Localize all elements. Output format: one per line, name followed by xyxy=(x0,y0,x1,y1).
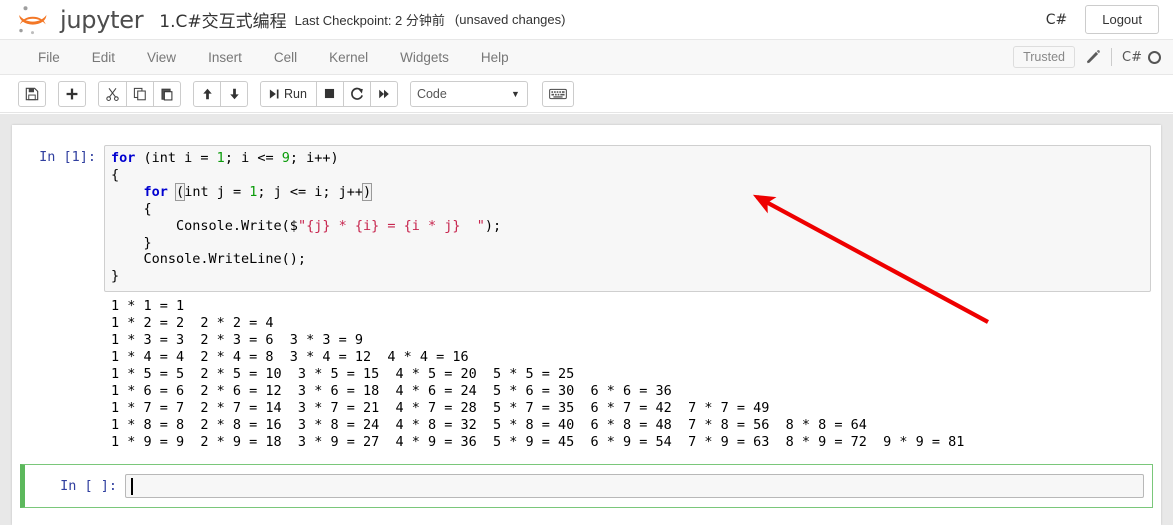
restart-kernel-button[interactable] xyxy=(342,80,371,107)
floppy-disk-icon xyxy=(25,87,39,100)
cell-prompt-in-1: In [1]: xyxy=(39,149,96,165)
chevron-down-icon: ▼ xyxy=(511,88,520,99)
keyboard-icon xyxy=(549,88,567,99)
unsaved-changes-label: (unsaved changes) xyxy=(454,12,566,27)
last-checkpoint-label: Last Checkpoint: 2 分钟前 xyxy=(294,13,445,28)
jupyter-logo-icon xyxy=(19,5,47,34)
menu-edit[interactable]: Edit xyxy=(76,40,131,74)
arrow-up-icon xyxy=(202,88,212,99)
kernel-indicator-label: C# xyxy=(1122,49,1142,65)
cut-cell-button[interactable] xyxy=(98,80,127,107)
menubar: File Edit View Insert Cell Kernel Widget… xyxy=(0,40,1173,75)
pencil-icon[interactable] xyxy=(1085,49,1101,65)
toolbar-group-save xyxy=(18,80,46,107)
toolbar-group-run: Run xyxy=(260,80,398,107)
fast-forward-icon xyxy=(379,89,389,98)
run-icon xyxy=(269,89,279,98)
kernel-indicator[interactable]: C# xyxy=(1122,50,1161,65)
cell-source-code: for (int i = 1; i <= 9; i++) { for (int … xyxy=(111,150,502,285)
code-cell-selected[interactable]: In [ ]: xyxy=(20,464,1153,509)
toolbar-group-move xyxy=(193,80,248,107)
insert-cell-below-button[interactable] xyxy=(58,80,86,107)
scissors-icon xyxy=(106,87,119,101)
move-cell-up-button[interactable] xyxy=(193,80,221,107)
notebook-panel: In [1]: for (int i = 1; i <= 9; i++) { f… xyxy=(12,125,1161,525)
notebook-cell-container: In [1]: for (int i = 1; i <= 9; i++) { f… xyxy=(12,125,1161,509)
logout-button[interactable]: Logout xyxy=(1085,5,1159,34)
notebook-toolbar: Run Code ▼ xyxy=(0,75,1173,113)
notebook-header: jupyter 1.C#交互式编程 Last Checkpoint: 2 分钟前… xyxy=(0,0,1173,40)
menu-kernel[interactable]: Kernel xyxy=(313,40,384,74)
divider xyxy=(1111,48,1113,66)
arrow-down-icon xyxy=(229,88,239,99)
jupyter-logo-link[interactable] xyxy=(16,3,52,37)
menu-cell[interactable]: Cell xyxy=(258,40,313,74)
cell-output-area: 1 * 1 = 1 1 * 2 = 2 2 * 2 = 4 1 * 3 = 3 … xyxy=(12,297,1161,460)
pencil-glyph xyxy=(1087,50,1100,64)
plus-icon xyxy=(66,88,78,99)
menu-file[interactable]: File xyxy=(22,40,76,74)
trusted-badge: Trusted xyxy=(1013,46,1076,68)
cell-type-select[interactable]: Code ▼ xyxy=(409,80,528,107)
paste-icon xyxy=(161,88,173,100)
kernel-idle-circle-icon xyxy=(1148,50,1161,64)
move-cell-down-button[interactable] xyxy=(220,80,248,107)
stop-square-icon xyxy=(325,88,335,99)
toolbar-group-clipboard xyxy=(98,80,181,107)
command-palette-button[interactable] xyxy=(541,80,574,107)
toolbar-group-palette xyxy=(541,80,574,107)
header-right-group: C# Logout xyxy=(1046,5,1159,34)
paste-cell-button[interactable] xyxy=(153,80,181,107)
notebook-title[interactable]: 1.C#交互式编程 xyxy=(159,7,286,32)
cell-prompt-in-empty: In [ ]: xyxy=(60,478,117,495)
kernel-name-label: C# xyxy=(1045,11,1068,28)
toolbar-group-insert xyxy=(58,80,86,107)
copy-cell-button[interactable] xyxy=(126,80,154,107)
run-cell-button[interactable]: Run xyxy=(260,80,317,107)
menu-widgets[interactable]: Widgets xyxy=(384,40,465,74)
cell-code-editor-empty[interactable] xyxy=(125,474,1144,499)
menubar-right-group: Trusted C# xyxy=(1013,40,1173,74)
run-button-label: Run xyxy=(284,86,307,101)
menu-help[interactable]: Help xyxy=(465,40,525,74)
text-cursor xyxy=(131,478,133,496)
restart-circle-arrow-icon xyxy=(351,87,363,100)
restart-run-all-button[interactable] xyxy=(369,80,398,107)
interrupt-kernel-button[interactable] xyxy=(315,80,344,107)
cell-code-editor[interactable]: for (int i = 1; i <= 9; i++) { for (int … xyxy=(104,145,1151,293)
cell-type-value: Code xyxy=(416,86,447,101)
menu-view[interactable]: View xyxy=(131,40,192,74)
save-button[interactable] xyxy=(18,80,46,107)
copy-icon xyxy=(133,87,146,100)
menu-insert[interactable]: Insert xyxy=(192,40,258,74)
output-stdout-text: 1 * 1 = 1 1 * 2 = 2 2 * 2 = 4 1 * 3 = 3 … xyxy=(111,298,965,450)
brand-name: jupyter xyxy=(60,5,144,34)
code-cell[interactable]: In [1]: for (int i = 1; i <= 9; i++) { f… xyxy=(12,140,1161,297)
